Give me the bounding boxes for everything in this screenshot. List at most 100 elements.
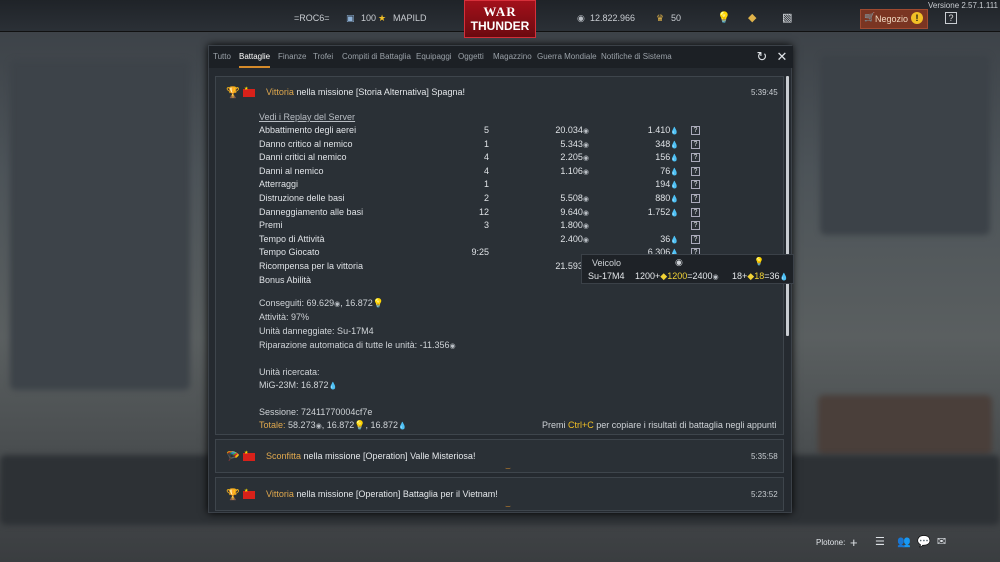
add-squad-icon[interactable]: +	[850, 535, 858, 550]
parachute-icon: 🪂	[226, 451, 240, 463]
tab-system-notifications[interactable]: Notifiche di Sistema	[601, 46, 672, 68]
entry-time: 5:35:58	[751, 452, 778, 461]
tab-crews[interactable]: Equipaggi	[416, 46, 452, 68]
reward-label: Ricompensa per la vittoria	[259, 261, 364, 271]
close-icon[interactable]: ✕	[775, 50, 789, 64]
entry-title: Sconfitta nella missione [Operation] Val…	[266, 451, 476, 461]
tooltip-rp-calc: 18+◆18=36💧	[732, 271, 789, 281]
tab-all[interactable]: Tutto	[213, 46, 231, 68]
reward-label: Danneggiamento alle basi	[259, 206, 364, 217]
silver-lions-amount[interactable]: 12.822.966	[590, 0, 635, 32]
player-nick[interactable]: =ROC6=	[294, 0, 330, 32]
chevron-down-icon[interactable]: ⌣	[505, 463, 511, 474]
help-icon[interactable]: ?	[691, 126, 700, 135]
activity-line: Attività: 97%	[259, 312, 310, 322]
help-icon[interactable]: ?	[691, 194, 700, 203]
reward-label: Tempo Giocato	[259, 247, 320, 258]
copy-hint: Premi Ctrl+C per copiare i risultati di …	[542, 420, 777, 430]
tab-trophies[interactable]: Trofei	[313, 46, 333, 68]
clan-tag[interactable]: MAPILD	[393, 0, 427, 32]
reward-silver: 20.034◉	[555, 125, 589, 135]
reward-silver: 9.640◉	[560, 206, 589, 217]
reward-row: Distruzione delle basi 2 5.508◉ 880💧?	[259, 193, 709, 206]
reward-count: 2	[483, 193, 489, 203]
reward-count: 3	[483, 220, 489, 231]
reward-label: Danni critici al nemico	[259, 152, 347, 163]
lightbulb-icon: 💡	[754, 257, 764, 266]
reward-label: Abbattimento degli aerei	[259, 125, 357, 135]
tab-battles[interactable]: Battaglie	[239, 46, 271, 68]
reward-count: 4	[483, 152, 489, 163]
help-icon[interactable]: ?	[945, 12, 957, 24]
background-right-panel	[820, 55, 990, 235]
help-icon[interactable]: ?	[691, 207, 700, 217]
reward-row: Premi 3 1.800◉?	[259, 220, 709, 233]
entry-title: Vittoria nella missione [Operation] Batt…	[266, 489, 498, 499]
reward-label: Tempo di Attività	[259, 233, 325, 244]
server-replay-link[interactable]: Vedi i Replay del Server	[259, 112, 355, 122]
tab-items[interactable]: Oggetti	[458, 46, 484, 68]
refresh-icon[interactable]: ↻	[755, 50, 769, 64]
researched-unit-line: MiG-23M: 16.872💧	[259, 380, 338, 390]
reward-label: Distruzione delle basi	[259, 193, 345, 203]
battle-entry-2[interactable]: 🪂 Sconfitta nella missione [Operation] V…	[215, 439, 784, 473]
researched-label: Unità ricercata:	[259, 367, 320, 377]
list-icon[interactable]: ☰	[875, 535, 885, 548]
battle-entry-3[interactable]: 🏆 Vittoria nella missione [Operation] Ba…	[215, 477, 784, 511]
reward-row: Tempo di Attività 2.400◉ 36💧?	[259, 234, 709, 247]
golden-eagle-icon: ♛	[656, 13, 665, 23]
lightbulb-icon[interactable]: 💡	[717, 0, 731, 32]
reward-label: Atterraggi	[259, 179, 299, 190]
tab-warehouse[interactable]: Magazzino	[493, 46, 532, 68]
reward-silver: 2.400◉	[560, 233, 589, 244]
help-icon[interactable]: ?	[691, 180, 700, 190]
tab-bar: Tutto Battaglie Finanze Trofei Compiti d…	[209, 46, 793, 68]
session-id: Sessione: 72411770004cf7e	[259, 407, 373, 417]
total-line: Totale: 58.273◉, 16.872💡, 16.872💧	[259, 420, 407, 430]
reward-label: Danni al nemico	[259, 165, 324, 176]
help-icon[interactable]: ?	[691, 166, 700, 176]
background-left-panel	[10, 60, 190, 390]
scrollbar[interactable]	[786, 76, 789, 336]
background-slot-bar	[818, 395, 992, 455]
chat-icon[interactable]: 💬	[917, 535, 931, 548]
chevron-down-icon[interactable]: ⌣	[505, 501, 511, 512]
tab-world-war[interactable]: Guerra Mondiale	[537, 46, 597, 68]
damaged-units-line: Unità danneggiate: Su-17M4	[259, 326, 374, 336]
reward-silver: 1.106◉	[560, 165, 589, 176]
help-icon[interactable]: ?	[691, 234, 700, 244]
help-icon[interactable]: ?	[691, 153, 700, 163]
reward-silver: 5.508◉	[560, 193, 589, 203]
squad-label: Plotone:	[816, 538, 846, 547]
reward-label: Premi	[259, 220, 283, 231]
version-label: Versione 2.57.1.111	[928, 1, 998, 10]
tab-battle-tasks[interactable]: Compiti di Battaglia	[342, 46, 411, 68]
reward-row: Danneggiamento alle basi 12 9.640◉ 1.752💧?	[259, 207, 709, 220]
earned-line: Conseguiti: 69.629◉, 16.872💡	[259, 298, 384, 308]
friends-icon[interactable]: 👥	[897, 535, 911, 548]
golden-eagles-amount[interactable]: 50	[671, 0, 681, 32]
tooltip-silver-calc: 1200+◆1200=2400◉	[635, 271, 719, 281]
help-icon[interactable]: ?	[691, 139, 700, 149]
war-thunder-logo[interactable]: WAR THUNDER	[464, 0, 536, 38]
rank-badge-icon[interactable]: ◆	[748, 0, 756, 32]
help-icon[interactable]: ?	[691, 221, 700, 231]
tooltip-unit-name: Su-17M4	[588, 271, 625, 281]
trophy-icon: 🏆	[226, 489, 240, 501]
reward-research: 194💧	[655, 179, 679, 190]
reward-count: 1	[483, 179, 489, 190]
silver-lions-icon: ◉	[675, 257, 683, 267]
reward-count: 12	[478, 206, 489, 217]
entry-title: Vittoria nella missione [Storia Alternat…	[266, 87, 465, 97]
reward-research: 76💧	[660, 165, 679, 176]
reward-row: Danni al nemico 4 1.106◉ 76💧?	[259, 166, 709, 179]
mail-icon[interactable]: ✉	[937, 535, 946, 548]
reward-research: 348💧	[655, 138, 679, 149]
warning-icon[interactable]: !	[911, 12, 923, 24]
reward-silver: 5.343◉	[560, 138, 589, 149]
china-flag-icon	[243, 86, 255, 97]
coupon-icon[interactable]: ▧	[782, 0, 792, 32]
top-bar: =ROC6= ▣ 100 ★ MAPILD WAR THUNDER ◉ 12.8…	[0, 0, 1000, 38]
tab-finance[interactable]: Finanze	[278, 46, 306, 68]
reward-silver: 1.800◉	[560, 220, 589, 231]
